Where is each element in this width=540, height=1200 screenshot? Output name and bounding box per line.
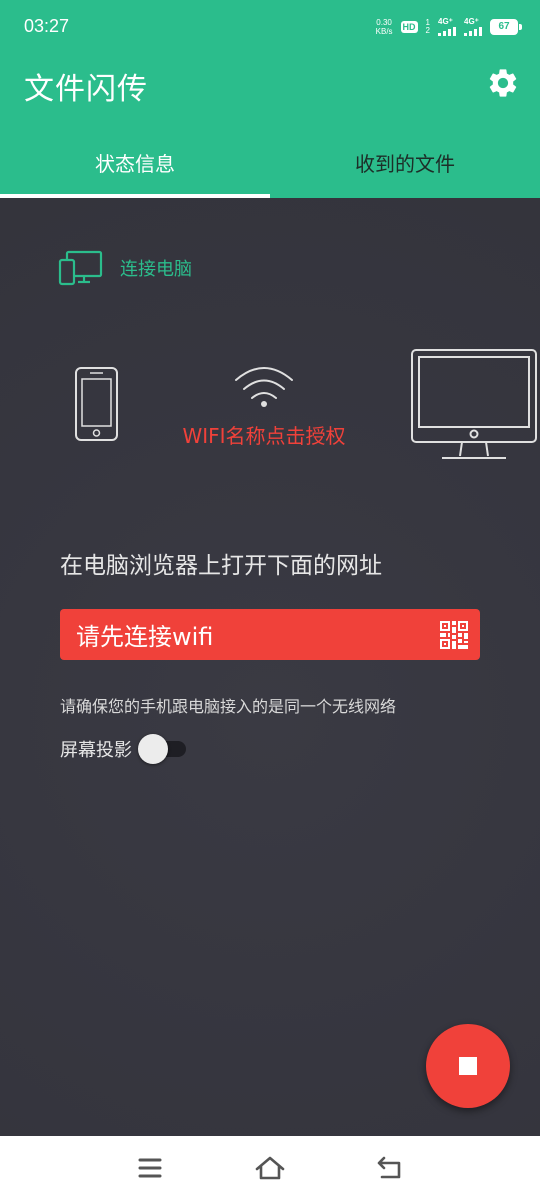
network-type-1: 4G⁺ (438, 17, 453, 26)
status-icons: 0.30 KB/s HD 1 2 4G⁺ 4G⁺ 67 (376, 16, 522, 38)
sim-indicator: 1 2 (426, 19, 430, 35)
wifi-authorize-link[interactable]: WIFI名称点击授权 (0, 420, 528, 449)
signal-1-icon: 4G⁺ (438, 18, 456, 36)
app-bar: 03:27 0.30 KB/s HD 1 2 4G⁺ 4G⁺ 67 文件闪传 状… (0, 0, 540, 198)
toggle-knob (138, 734, 168, 764)
stop-icon (459, 1057, 477, 1075)
url-field[interactable]: 请先连接wifi (60, 609, 480, 660)
connect-computer-row: 连接电脑 (58, 250, 192, 286)
gear-icon (489, 69, 517, 97)
screen-projection-label: 屏幕投影 (60, 740, 132, 761)
connect-computer-label: 连接电脑 (120, 259, 192, 280)
network-speed-value: 0.30 (376, 18, 392, 27)
menu-icon[interactable] (132, 1150, 168, 1186)
app-title: 文件闪传 (24, 72, 148, 107)
signal-2-icon: 4G⁺ (464, 18, 482, 36)
phone-computer-icon (58, 250, 103, 286)
network-speed-unit: KB/s (375, 27, 393, 36)
network-speed: 0.30 KB/s (376, 18, 393, 36)
stop-button[interactable] (426, 1024, 510, 1108)
connection-illustration (75, 349, 537, 459)
tab-received-files[interactable]: 收到的文件 (270, 130, 540, 198)
app-screen: 03:27 0.30 KB/s HD 1 2 4G⁺ 4G⁺ 67 文件闪传 状… (0, 0, 540, 1200)
sim-2-label: 2 (425, 26, 430, 35)
qr-code-icon[interactable] (440, 621, 468, 649)
screen-projection-toggle[interactable] (138, 734, 186, 764)
hd-badge: HD (400, 21, 418, 33)
tab-status-info[interactable]: 状态信息 (0, 130, 270, 198)
navigation-bar (0, 1136, 540, 1200)
battery-icon: 67 (490, 19, 522, 35)
back-icon[interactable] (372, 1150, 408, 1186)
url-text: 请先连接wifi (76, 623, 214, 651)
status-time: 03:27 (24, 16, 70, 36)
same-network-note: 请确保您的手机跟电脑接入的是同一个无线网络 (60, 697, 397, 716)
network-type-2: 4G⁺ (464, 17, 479, 26)
screen-projection-row: 屏幕投影 (60, 734, 186, 764)
status-panel: 连接电脑 WIFI名称点击授权 在电脑浏览器上打开下面的网址 请先连接wifi … (0, 198, 540, 1136)
wifi-icon (235, 367, 293, 407)
status-bar: 03:27 0.30 KB/s HD 1 2 4G⁺ 4G⁺ 67 (0, 0, 540, 56)
browser-instruction: 在电脑浏览器上打开下面的网址 (60, 553, 382, 579)
home-icon[interactable] (252, 1150, 288, 1186)
settings-button[interactable] (486, 66, 520, 100)
tab-received-files-label: 收到的文件 (355, 151, 455, 176)
tab-status-info-label: 状态信息 (95, 151, 175, 176)
tab-bar: 状态信息 收到的文件 (0, 130, 540, 198)
